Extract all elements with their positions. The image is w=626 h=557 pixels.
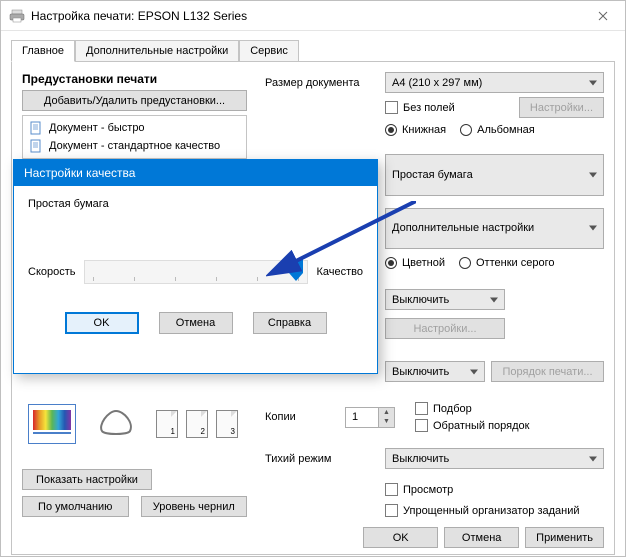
printer-icon	[9, 8, 25, 24]
presets-title: Предустановки печати	[22, 72, 247, 86]
modal-ok-button[interactable]: OK	[65, 312, 139, 334]
doc-size-label: Размер документа	[265, 77, 385, 89]
doc-size-dropdown[interactable]: A4 (210 x 297 мм)	[385, 72, 604, 93]
copies-label: Копии	[265, 411, 345, 423]
preset-label: Документ - быстро	[49, 122, 145, 134]
quality-slider[interactable]	[84, 260, 309, 284]
document-icon	[29, 139, 43, 153]
borderless-settings-button[interactable]: Настройки...	[519, 97, 604, 118]
hand-icon	[94, 403, 138, 445]
apply-button[interactable]: Применить	[525, 527, 604, 548]
tab-strip: Главное Дополнительные настройки Сервис	[11, 39, 615, 61]
tab-additional[interactable]: Дополнительные настройки	[75, 40, 239, 62]
print-order-button[interactable]: Порядок печати...	[491, 361, 604, 382]
modal-help-button[interactable]: Справка	[253, 312, 327, 334]
ink-level-button[interactable]: Уровень чернил	[141, 496, 248, 517]
preview-area: 1 2 3	[22, 389, 247, 459]
slider-max-label: Качество	[316, 266, 363, 278]
window-title: Настройка печати: EPSON L132 Series	[31, 9, 247, 23]
preset-item[interactable]: Документ - быстро	[23, 119, 246, 137]
quiet-mode-dropdown[interactable]: Выключить	[385, 448, 604, 469]
multipage-dropdown[interactable]: Выключить	[385, 361, 485, 382]
document-icon	[29, 121, 43, 135]
duplex-settings-button[interactable]: Настройки...	[385, 318, 505, 339]
close-icon[interactable]	[580, 1, 625, 31]
ok-button[interactable]: OK	[363, 527, 438, 548]
preset-label: Документ - стандартное качество	[49, 140, 220, 152]
organizer-checkbox[interactable]: Упрощенный организатор заданий	[265, 504, 604, 517]
quiet-mode-label: Тихий режим	[265, 453, 385, 465]
paper-type-dropdown[interactable]: Простая бумага	[385, 154, 604, 196]
portrait-radio[interactable]: Книжная	[385, 124, 446, 136]
duplex-dropdown[interactable]: Выключить	[385, 289, 505, 310]
page-order-icon: 1 2 3	[156, 410, 238, 438]
add-remove-presets-button[interactable]: Добавить/Удалить предустановки...	[22, 90, 247, 111]
modal-cancel-button[interactable]: Отмена	[159, 312, 233, 334]
default-button[interactable]: По умолчанию	[22, 496, 129, 517]
preview-checkbox[interactable]: Просмотр	[265, 483, 604, 496]
borderless-checkbox[interactable]: Без полей	[385, 101, 455, 114]
slider-thumb[interactable]	[289, 259, 303, 283]
cancel-button[interactable]: Отмена	[444, 527, 519, 548]
preset-item[interactable]: Документ - стандартное качество	[23, 137, 246, 155]
paper-type-text: Простая бумага	[28, 198, 363, 210]
color-radio[interactable]: Цветной	[385, 257, 445, 269]
color-preview-icon	[28, 404, 76, 444]
grayscale-radio[interactable]: Оттенки серого	[459, 257, 554, 269]
quality-dropdown[interactable]: Дополнительные настройки	[385, 208, 604, 250]
dialog-footer: OK Отмена Применить	[22, 517, 604, 548]
landscape-radio[interactable]: Альбомная	[460, 124, 535, 136]
reverse-order-checkbox[interactable]: Обратный порядок	[415, 419, 529, 432]
collate-checkbox[interactable]: Подбор	[415, 402, 529, 415]
print-settings-window: Настройка печати: EPSON L132 Series Глав…	[0, 0, 626, 557]
copies-input[interactable]	[346, 408, 378, 427]
titlebar: Настройка печати: EPSON L132 Series	[1, 1, 625, 31]
show-settings-button[interactable]: Показать настройки	[22, 469, 152, 490]
tab-service[interactable]: Сервис	[239, 40, 299, 62]
presets-list[interactable]: Документ - быстро Документ - стандартное…	[22, 115, 247, 159]
copies-spinner[interactable]: ▲▼	[345, 407, 395, 428]
quality-settings-dialog: Настройки качества Простая бумага Скорос…	[13, 159, 378, 374]
slider-min-label: Скорость	[28, 266, 76, 278]
tab-main[interactable]: Главное	[11, 40, 75, 62]
dialog-title: Настройки качества	[14, 160, 377, 186]
